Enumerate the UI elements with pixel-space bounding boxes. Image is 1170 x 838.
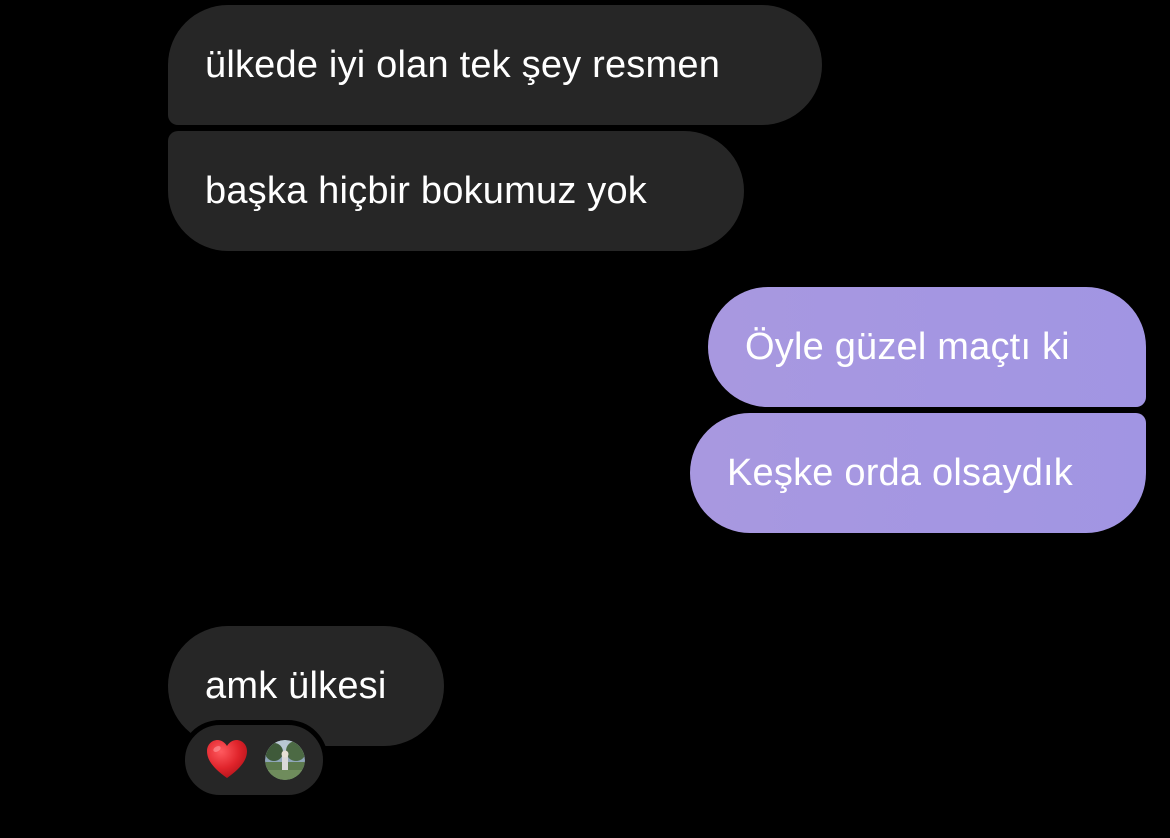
outgoing-message-bubble[interactable]: Keşke orda olsaydık [690,413,1146,533]
message-text: amk ülkesi [205,664,387,707]
incoming-message-bubble[interactable]: ülkede iyi olan tek şey resmen [168,5,822,125]
message-text: Öyle güzel maçtı ki [745,325,1070,368]
avatar [265,740,305,780]
reaction-pill[interactable] [180,720,328,800]
chat-thread: ülkede iyi olan tek şey resmen başka hiç… [0,0,1170,838]
red-heart-icon [207,740,247,778]
incoming-message-bubble[interactable]: başka hiçbir bokumuz yok [168,131,744,251]
outgoing-message-bubble[interactable]: Öyle güzel maçtı ki [708,287,1146,407]
message-text: Keşke orda olsaydık [727,451,1073,494]
message-text: ülkede iyi olan tek şey resmen [205,43,721,86]
message-text: başka hiçbir bokumuz yok [205,169,648,212]
